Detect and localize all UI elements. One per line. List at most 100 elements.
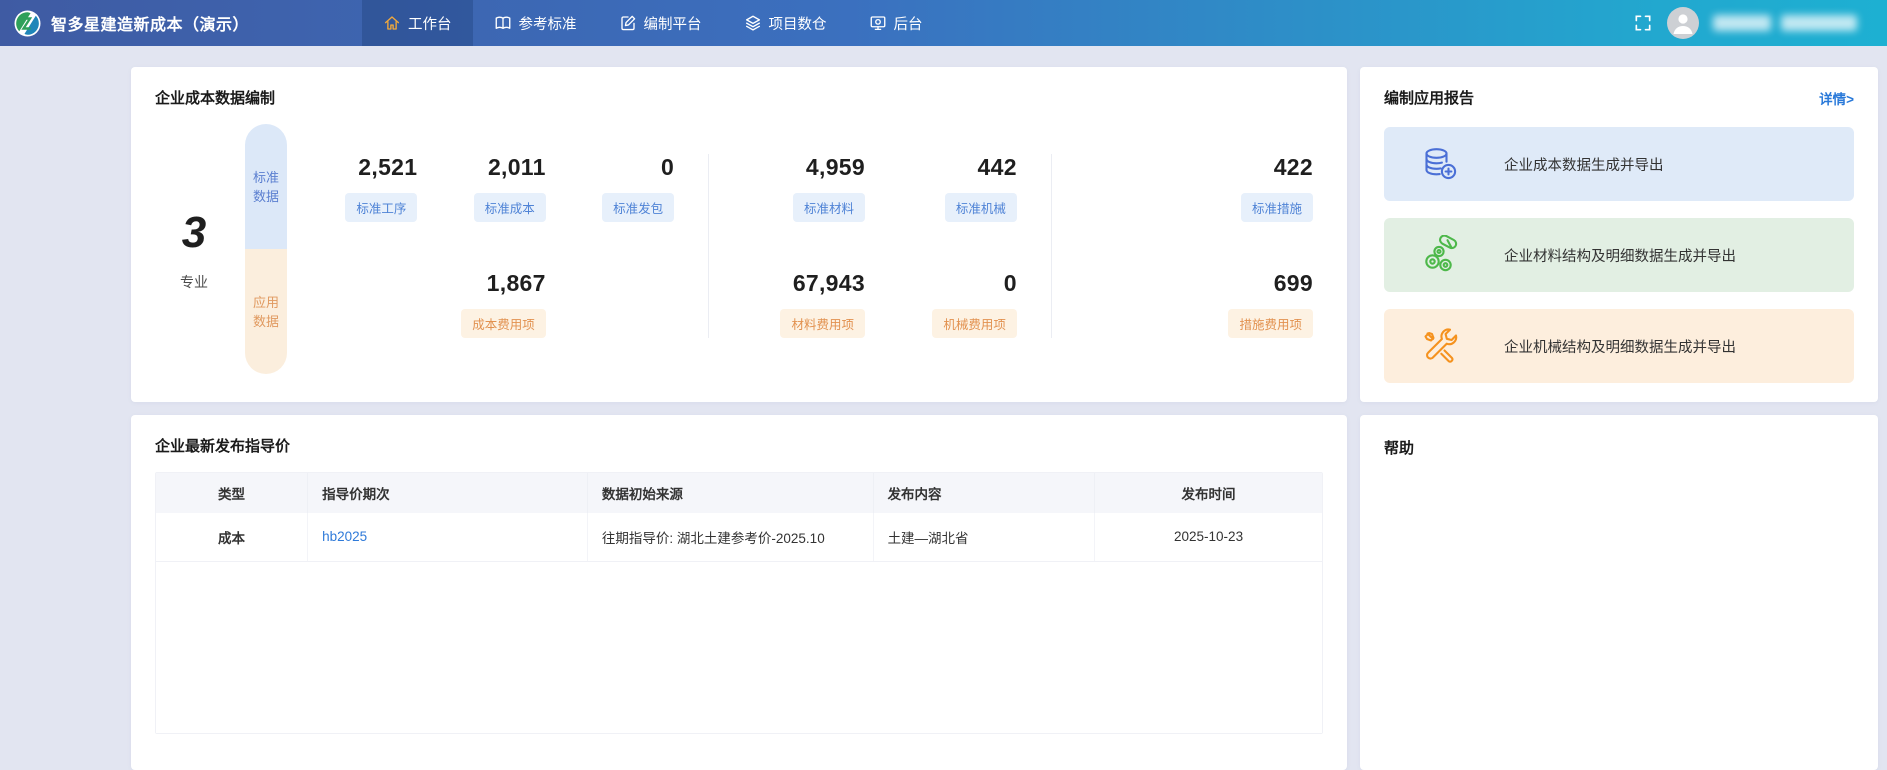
- guide-period-link[interactable]: hb2025: [322, 529, 367, 544]
- help-panel-title: 帮助: [1384, 437, 1854, 458]
- stat-material-fee-items: 67,943 材料费用项: [743, 270, 865, 338]
- report-card-label: 企业材料结构及明细数据生成并导出: [1504, 245, 1736, 266]
- report-detail-link[interactable]: 详情>: [1819, 88, 1854, 108]
- stat-value: 4,959: [806, 154, 865, 181]
- table-row: 成本 hb2025 往期指导价: 湖北土建参考价-2025.10 土建—湖北省 …: [156, 513, 1322, 561]
- stat-standard-cost: 2,011 标准成本: [447, 154, 545, 222]
- stat-standard-material: 4,959 标准材料: [743, 154, 865, 222]
- table-header-row: 类型 指导价期次 数据初始来源 发布内容 发布时间: [156, 473, 1322, 513]
- table-empty-area: [156, 562, 1322, 734]
- cell-content: 土建—湖北省: [873, 513, 1095, 561]
- stat-value: 422: [1274, 154, 1313, 181]
- nav-item-label: 编制平台: [644, 13, 702, 34]
- guide-price-table: 类型 指导价期次 数据初始来源 发布内容 发布时间 成本 hb2025 往期指导…: [155, 472, 1323, 734]
- stat-standard-process: 2,521 标准工序: [319, 154, 417, 222]
- stats-group-material-machine: 4,959 标准材料 442 标准机械 67,943 材料费用项 0: [708, 154, 1051, 338]
- data-type-tabs: 标准数据 应用数据: [245, 124, 287, 374]
- profession-label: 专业: [155, 272, 233, 292]
- stat-chip-standard-process[interactable]: 标准工序: [345, 193, 417, 222]
- nav-item-compile-platform[interactable]: 编制平台: [598, 0, 723, 46]
- nav-item-label: 参考标准: [519, 13, 577, 34]
- compose-icon: [619, 14, 637, 32]
- materials-icon: [1420, 235, 1460, 275]
- report-panel: 编制应用报告 详情>: [1360, 67, 1878, 402]
- stat-measure-fee-items: 699 措施费用项: [1086, 270, 1313, 338]
- stats-group-measure: 422 标准措施 699 措施费用项: [1051, 154, 1323, 338]
- profession-count-block: 3 专业: [155, 208, 233, 374]
- username-redacted: [1713, 15, 1771, 31]
- nav-item-workbench[interactable]: 工作台: [362, 0, 473, 46]
- report-card-cost-export[interactable]: 企业成本数据生成并导出: [1384, 127, 1854, 201]
- stat-value: 442: [978, 154, 1017, 181]
- navbar-right: [1633, 7, 1887, 39]
- stat-chip-standard-contract[interactable]: 标准发包: [602, 193, 674, 222]
- report-panel-title: 编制应用报告: [1384, 87, 1474, 108]
- col-header-content: 发布内容: [873, 473, 1095, 513]
- cost-data-panel: 企业成本数据编制 3 专业 标准数据 应用数据 2,521 标准工序: [131, 67, 1347, 402]
- database-icon: [1420, 144, 1460, 184]
- nav-item-label: 工作台: [408, 13, 452, 34]
- person-icon: [1667, 7, 1699, 39]
- nav-item-label: 项目数仓: [769, 13, 827, 34]
- stat-chip-standard-material[interactable]: 标准材料: [793, 193, 865, 222]
- report-card-material-export[interactable]: 企业材料结构及明细数据生成并导出: [1384, 218, 1854, 292]
- layers-icon: [744, 14, 762, 32]
- cost-panel-title: 企业成本数据编制: [155, 87, 1323, 108]
- content-area: 企业成本数据编制 3 专业 标准数据 应用数据 2,521 标准工序: [0, 46, 1887, 770]
- stat-chip-measure-fee-items[interactable]: 措施费用项: [1228, 309, 1313, 338]
- report-card-label: 企业机械结构及明细数据生成并导出: [1504, 336, 1736, 357]
- nav-item-backend[interactable]: 后台: [848, 0, 944, 46]
- cell-date: 2025-10-23: [1095, 513, 1322, 561]
- stat-value: 699: [1274, 270, 1313, 297]
- top-navbar: 智多星建造新成本（演示） 工作台 参考标准 编制平台: [0, 0, 1887, 46]
- help-panel: 帮助: [1360, 415, 1878, 770]
- tools-icon: [1420, 326, 1460, 366]
- avatar[interactable]: [1667, 7, 1699, 39]
- cell-source: 往期指导价: 湖北土建参考价-2025.10: [587, 513, 873, 561]
- cost-panel-body: 3 专业 标准数据 应用数据 2,521 标准工序 2,011: [155, 114, 1323, 374]
- app-logo-icon: [14, 10, 41, 37]
- stat-chip-cost-fee-items[interactable]: 成本费用项: [461, 309, 546, 338]
- cell-type: 成本: [156, 513, 308, 561]
- profession-count: 3: [155, 208, 233, 258]
- stat-standard-contract: 0 标准发包: [576, 154, 674, 222]
- report-card-machine-export[interactable]: 企业机械结构及明细数据生成并导出: [1384, 309, 1854, 383]
- col-header-source: 数据初始来源: [587, 473, 873, 513]
- stat-standard-measure: 422 标准措施: [1086, 154, 1313, 222]
- stats-area: 2,521 标准工序 2,011 标准成本 0 标准发包 1,867: [315, 154, 1323, 374]
- app-title: 智多星建造新成本（演示）: [51, 11, 249, 35]
- nav-item-label: 后台: [894, 13, 923, 34]
- stat-cost-fee-items: 1,867 成本费用项: [447, 270, 545, 338]
- stat-chip-machine-fee-items[interactable]: 机械费用项: [932, 309, 1017, 338]
- report-card-label: 企业成本数据生成并导出: [1504, 154, 1664, 175]
- nav-item-reference-standard[interactable]: 参考标准: [473, 0, 598, 46]
- book-icon: [494, 14, 512, 32]
- guide-price-panel: 企业最新发布指导价 类型 指导价期次 数据初始来源 发布内容 发布时间: [131, 415, 1347, 770]
- tab-applied-data[interactable]: 应用数据: [245, 249, 287, 374]
- report-cards: 企业成本数据生成并导出 企业材料结构及明细数据生成并导出: [1384, 127, 1854, 383]
- stats-group-cost: 2,521 标准工序 2,011 标准成本 0 标准发包 1,867: [315, 154, 708, 338]
- nav-item-project-warehouse[interactable]: 项目数仓: [723, 0, 848, 46]
- stat-machine-fee-items: 0 机械费用项: [895, 270, 1017, 338]
- stat-chip-standard-measure[interactable]: 标准措施: [1241, 193, 1313, 222]
- main-nav: 工作台 参考标准 编制平台 项目数仓: [362, 0, 944, 46]
- stat-value: 2,011: [488, 154, 546, 181]
- col-header-date: 发布时间: [1095, 473, 1322, 513]
- stat-chip-material-fee-items[interactable]: 材料费用项: [780, 309, 865, 338]
- stat-value: 1,867: [487, 270, 546, 297]
- brand: 智多星建造新成本（演示）: [0, 10, 300, 37]
- stat-value: 0: [1004, 270, 1017, 297]
- stat-value: 67,943: [793, 270, 865, 297]
- fullscreen-icon[interactable]: [1633, 13, 1653, 33]
- stat-chip-standard-machine[interactable]: 标准机械: [945, 193, 1017, 222]
- home-icon: [383, 14, 401, 32]
- username-redacted: [1781, 15, 1857, 31]
- stat-value: 2,521: [358, 154, 417, 181]
- stat-chip-standard-cost[interactable]: 标准成本: [474, 193, 546, 222]
- tab-standard-data[interactable]: 标准数据: [245, 124, 287, 249]
- stat-standard-machine: 442 标准机械: [895, 154, 1017, 222]
- col-header-type: 类型: [156, 473, 308, 513]
- app-root: 智多星建造新成本（演示） 工作台 参考标准 编制平台: [0, 0, 1887, 770]
- col-header-period: 指导价期次: [308, 473, 588, 513]
- guide-price-title: 企业最新发布指导价: [155, 435, 1323, 456]
